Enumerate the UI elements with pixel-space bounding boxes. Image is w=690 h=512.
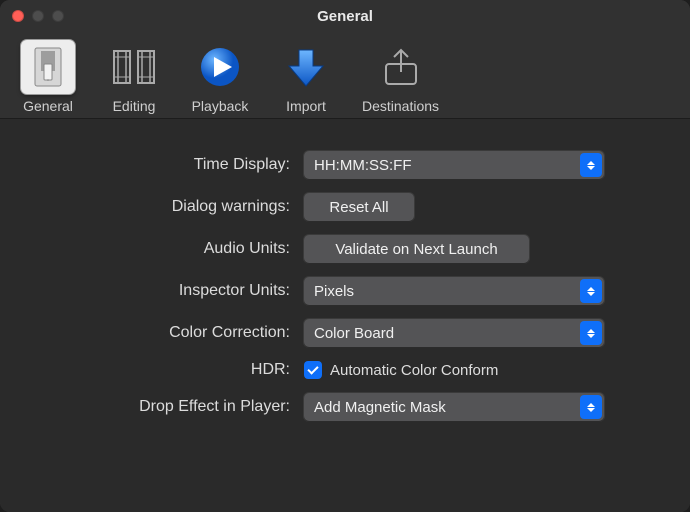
- chevron-up-down-icon: [580, 279, 602, 303]
- toolbar-item-playback[interactable]: Playback: [190, 40, 250, 114]
- editing-icon: [107, 40, 161, 94]
- time-display-value: HH:MM:SS:FF: [314, 157, 412, 174]
- hdr-label: HDR:: [40, 361, 290, 379]
- validate-button[interactable]: Validate on Next Launch: [304, 235, 529, 263]
- hdr-checkbox[interactable]: [304, 361, 322, 379]
- playback-icon: [193, 40, 247, 94]
- inspector-units-value: Pixels: [314, 283, 354, 300]
- toolbar-item-editing[interactable]: Editing: [104, 40, 164, 114]
- chevron-up-down-icon: [580, 321, 602, 345]
- time-display-select[interactable]: HH:MM:SS:FF: [304, 151, 604, 179]
- window-title: General: [317, 8, 373, 25]
- reset-all-label: Reset All: [329, 199, 388, 216]
- preferences-form: Time Display: HH:MM:SS:FF Dialog warning…: [0, 119, 690, 512]
- toolbar-item-label: Playback: [192, 98, 249, 114]
- toolbar-item-destinations[interactable]: Destinations: [362, 40, 439, 114]
- import-icon: [279, 40, 333, 94]
- color-correction-value: Color Board: [314, 325, 394, 342]
- color-correction-label: Color Correction:: [40, 324, 290, 342]
- color-correction-select[interactable]: Color Board: [304, 319, 604, 347]
- inspector-units-select[interactable]: Pixels: [304, 277, 604, 305]
- toolbar-item-general[interactable]: General: [18, 40, 78, 114]
- dialog-warnings-label: Dialog warnings:: [40, 198, 290, 216]
- time-display-label: Time Display:: [40, 156, 290, 174]
- toolbar-item-label: Import: [286, 98, 326, 114]
- drop-effect-label: Drop Effect in Player:: [40, 398, 290, 416]
- titlebar: General: [0, 0, 690, 32]
- drop-effect-value: Add Magnetic Mask: [314, 399, 446, 416]
- reset-all-button[interactable]: Reset All: [304, 193, 414, 221]
- toolbar: General Editing: [0, 32, 690, 119]
- toolbar-item-import[interactable]: Import: [276, 40, 336, 114]
- chevron-up-down-icon: [580, 395, 602, 419]
- general-icon: [21, 40, 75, 94]
- destinations-icon: [374, 40, 428, 94]
- close-icon[interactable]: [12, 10, 24, 22]
- validate-label: Validate on Next Launch: [335, 241, 497, 258]
- maximize-icon[interactable]: [52, 10, 64, 22]
- traffic-lights: [12, 10, 64, 22]
- toolbar-item-label: General: [23, 98, 73, 114]
- checkmark-icon: [307, 363, 318, 374]
- audio-units-label: Audio Units:: [40, 240, 290, 258]
- toolbar-item-label: Destinations: [362, 98, 439, 114]
- window: General General: [0, 0, 690, 512]
- drop-effect-select[interactable]: Add Magnetic Mask: [304, 393, 604, 421]
- toolbar-item-label: Editing: [113, 98, 156, 114]
- inspector-units-label: Inspector Units:: [40, 282, 290, 300]
- minimize-icon[interactable]: [32, 10, 44, 22]
- hdr-checkbox-label: Automatic Color Conform: [330, 362, 498, 379]
- chevron-up-down-icon: [580, 153, 602, 177]
